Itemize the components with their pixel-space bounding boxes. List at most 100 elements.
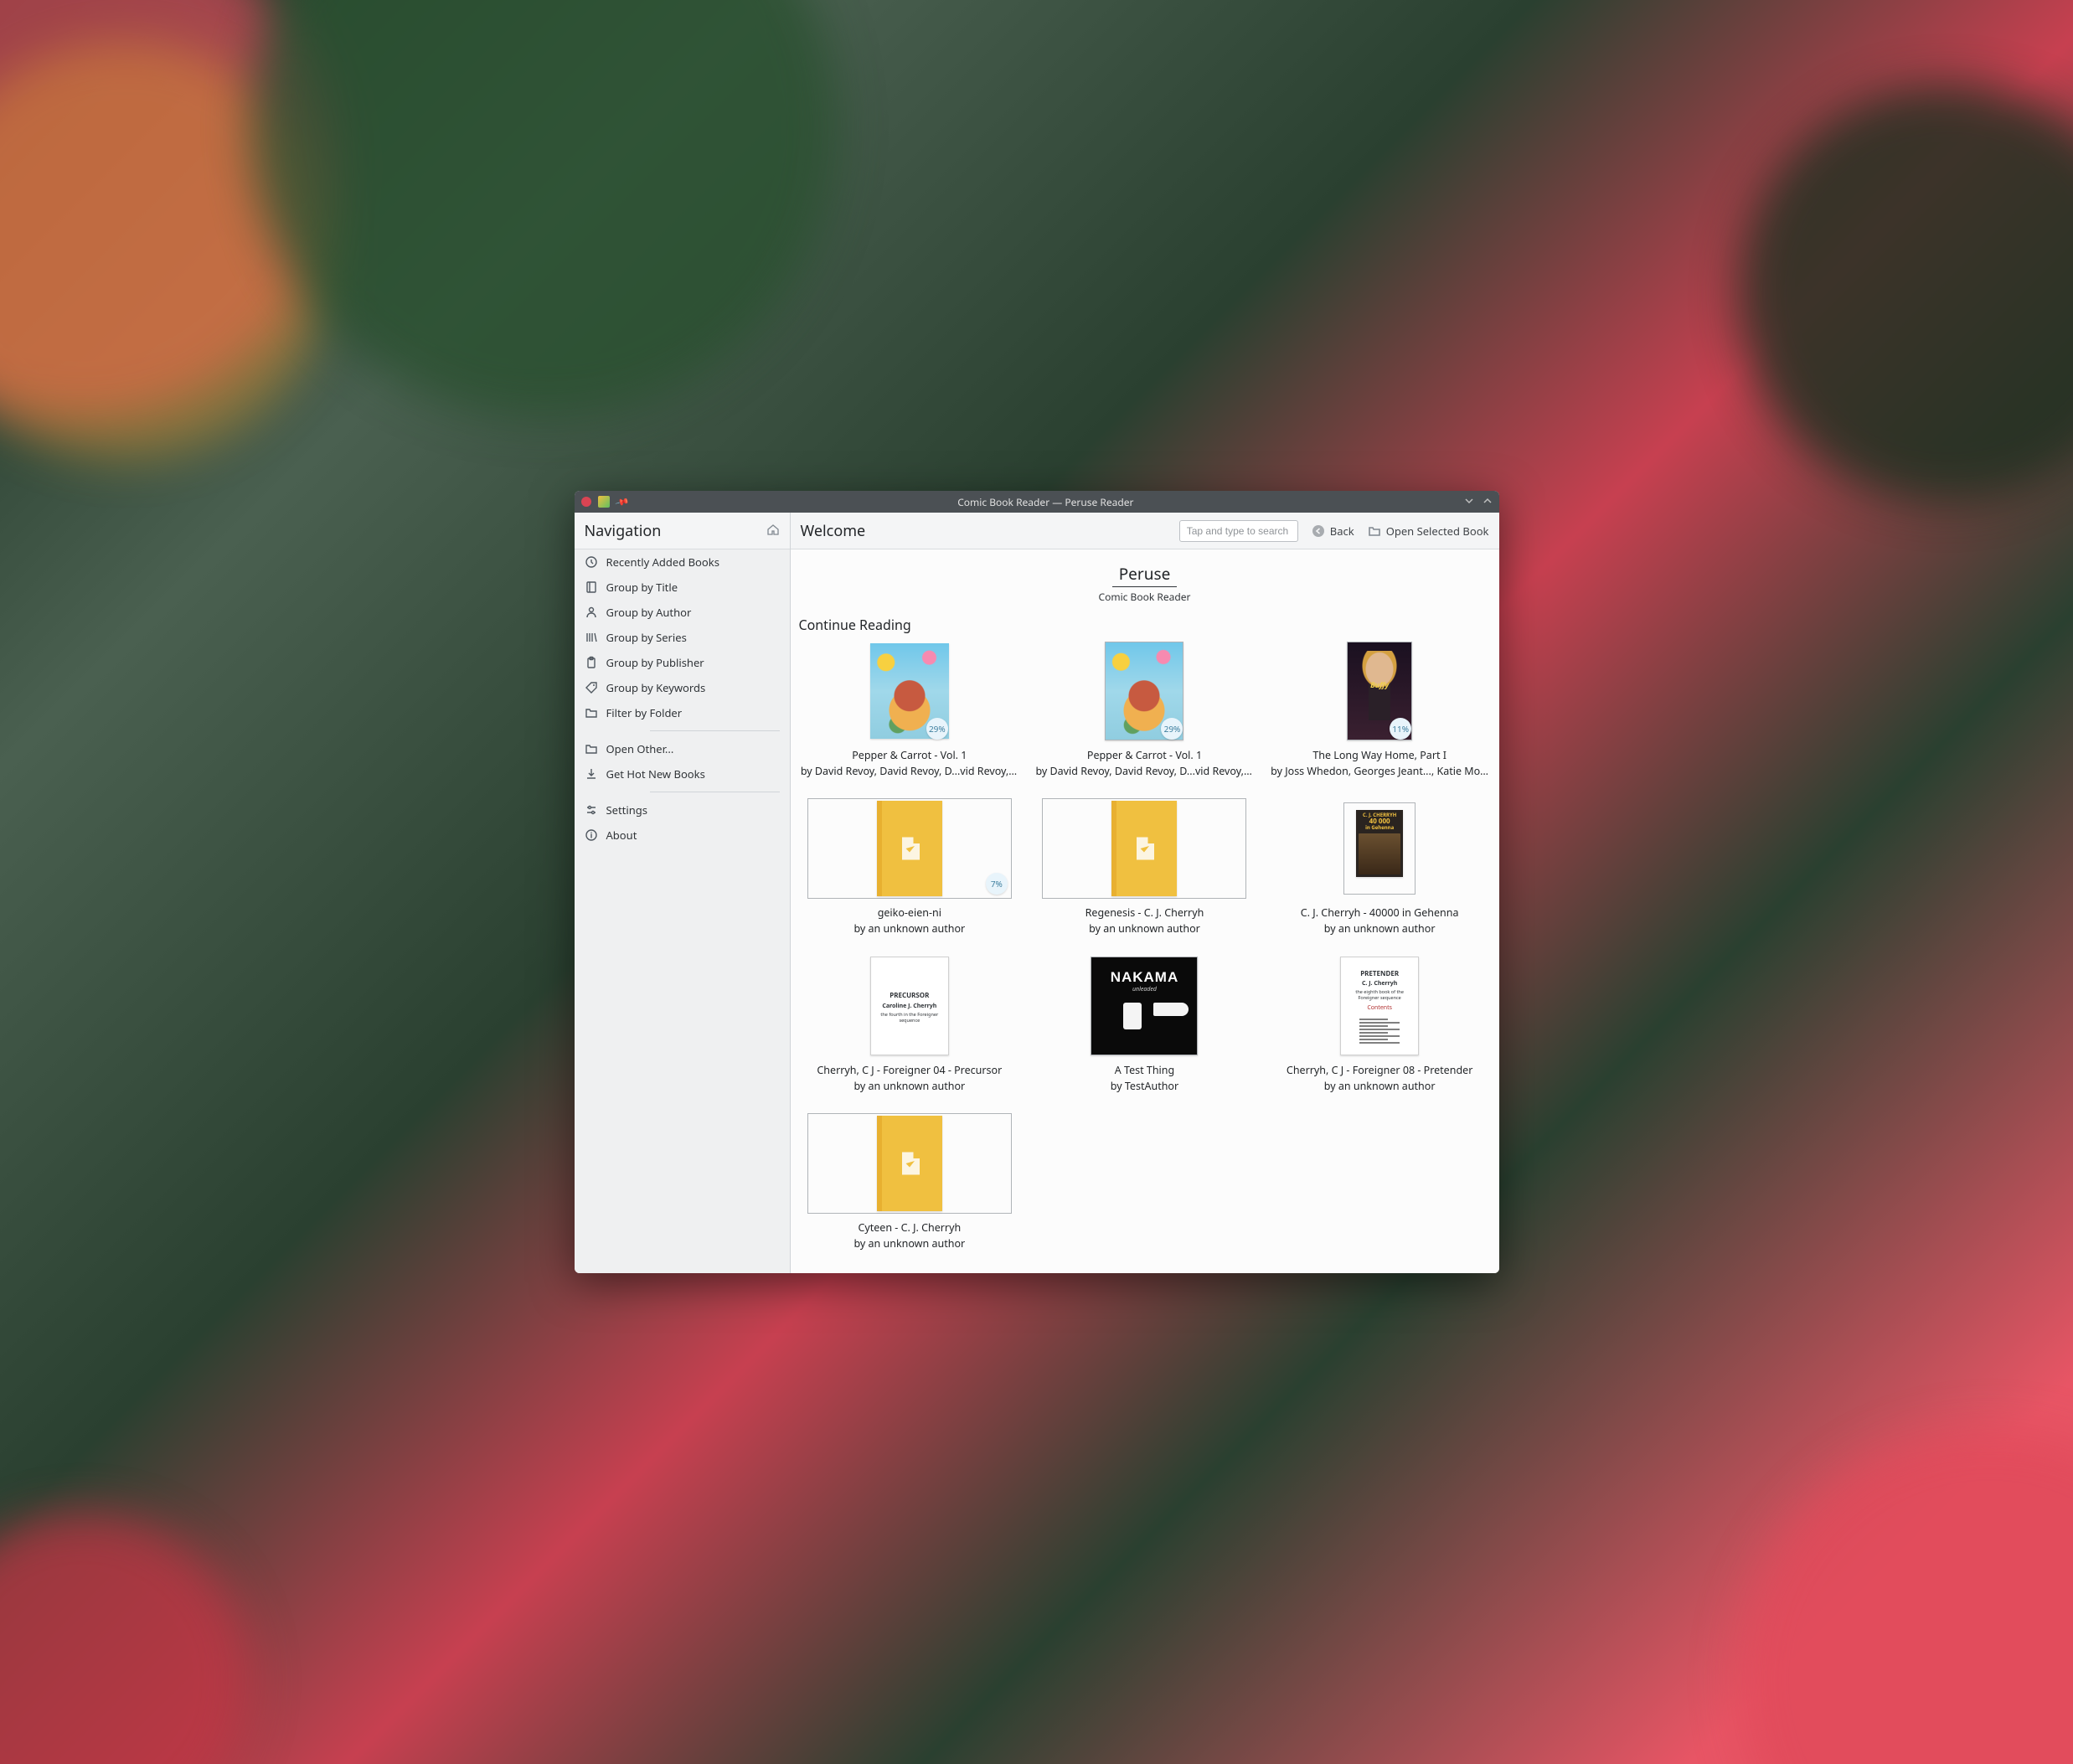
book-cover xyxy=(877,801,942,896)
person-icon xyxy=(585,606,598,619)
sidebar-item-label: About xyxy=(606,828,637,843)
folder-icon xyxy=(585,706,598,720)
book-author: by an unknown author xyxy=(853,921,965,936)
sidebar-item-label: Group by Keywords xyxy=(606,680,706,695)
book-author: by an unknown author xyxy=(1324,921,1436,936)
book-title: Cyteen - C. J. Cherryh xyxy=(858,1220,961,1235)
sidebar-item-settings[interactable]: Settings xyxy=(575,797,790,823)
sidebar-item-title[interactable]: Group by Title xyxy=(575,575,790,600)
hero-title: Peruse xyxy=(1112,563,1178,587)
cover-text: unleaded xyxy=(1091,986,1197,993)
book-card[interactable]: 7% geiko-eien-ni by an unknown author xyxy=(796,798,1024,936)
sidebar-item-label: Open Other... xyxy=(606,741,674,756)
book-cover: PRETENDER C. J. Cherryh the eighth book … xyxy=(1340,957,1419,1055)
sidebar-item-keywords[interactable]: Group by Keywords xyxy=(575,675,790,700)
sidebar-item-series[interactable]: Group by Series xyxy=(575,625,790,650)
book-cover xyxy=(877,1116,942,1211)
cover-text: Caroline J. Cherryh xyxy=(882,1003,936,1010)
book-title: Pepper & Carrot - Vol. 1 xyxy=(1087,748,1202,762)
expand-icon[interactable] xyxy=(1483,495,1493,509)
book-author: by an unknown author xyxy=(1089,921,1200,936)
sidebar-list-system: Settings About xyxy=(575,797,790,848)
sidebar-header: Navigation xyxy=(575,513,790,549)
open-selected-label: Open Selected Book xyxy=(1386,524,1489,539)
book-title: A Test Thing xyxy=(1115,1063,1174,1077)
cover-text: C. J. Cherryh xyxy=(1362,980,1397,988)
hero-subtitle: Comic Book Reader xyxy=(791,590,1499,604)
sidebar-item-about[interactable]: About xyxy=(575,823,790,848)
sidebar-item-label: Get Hot New Books xyxy=(606,766,705,781)
sidebar-item-label: Recently Added Books xyxy=(606,554,719,570)
sidebar-item-label: Group by Series xyxy=(606,630,687,645)
sidebar-item-label: Group by Publisher xyxy=(606,655,704,670)
toolbar: Welcome Back Open Selected Book xyxy=(791,513,1499,549)
book-title: Cherryh, C J - Foreigner 04 - Precursor xyxy=(817,1063,1002,1077)
book-author: by an unknown author xyxy=(853,1236,965,1251)
progress-badge: 29% xyxy=(926,718,948,740)
book-title: geiko-eien-ni xyxy=(878,905,941,920)
book-author: by David Revoy, David Revoy, D...vid Rev… xyxy=(1035,764,1253,778)
back-icon xyxy=(1312,524,1325,538)
cover-text: Contents xyxy=(1367,1004,1392,1012)
book-card[interactable]: 29% Pepper & Carrot - Vol. 1 by David Re… xyxy=(796,641,1024,778)
book-card[interactable]: 29% Pepper & Carrot - Vol. 1 by David Re… xyxy=(1030,641,1259,778)
content-scroll[interactable]: Peruse Comic Book Reader Continue Readin… xyxy=(791,549,1499,1273)
book-card[interactable]: C. J. CHERRYH 40 000 in Gehenna C. J. Ch… xyxy=(1266,798,1494,936)
sidebar-item-publisher[interactable]: Group by Publisher xyxy=(575,650,790,675)
download-icon xyxy=(585,767,598,781)
book-card[interactable]: Cyteen - C. J. Cherryh by an unknown aut… xyxy=(796,1113,1024,1251)
book-card[interactable]: PRECURSOR Caroline J. Cherryh the fourth… xyxy=(796,956,1024,1093)
book-title: Pepper & Carrot - Vol. 1 xyxy=(852,748,967,762)
main-area: Welcome Back Open Selected Book Peruse C… xyxy=(791,513,1499,1273)
page-title: Welcome xyxy=(801,521,866,541)
book-title: Cherryh, C J - Foreigner 08 - Pretender xyxy=(1287,1063,1472,1077)
sidebar-item-get-new[interactable]: Get Hot New Books xyxy=(575,761,790,787)
book-card[interactable]: NAKAMA unleaded A Test Thing by TestAuth… xyxy=(1030,956,1259,1093)
window-close-button[interactable] xyxy=(581,497,591,507)
clipboard-icon xyxy=(585,656,598,669)
progress-badge: 7% xyxy=(986,873,1008,895)
book-author: by an unknown author xyxy=(853,1079,965,1093)
app-icon xyxy=(598,496,610,508)
sidebar-item-author[interactable]: Group by Author xyxy=(575,600,790,625)
sidebar-item-label: Settings xyxy=(606,802,647,818)
folder-open-icon xyxy=(585,742,598,756)
books-icon xyxy=(585,631,598,644)
book-title: C. J. Cherryh - 40000 in Gehenna xyxy=(1301,905,1459,920)
cover-text: PRETENDER xyxy=(1360,970,1399,978)
sidebar-item-folder[interactable]: Filter by Folder xyxy=(575,700,790,725)
book-cover: PRECURSOR Caroline J. Cherryh the fourth… xyxy=(870,957,949,1055)
book-grid: 29% Pepper & Carrot - Vol. 1 by David Re… xyxy=(791,641,1499,1251)
book-title: Regenesis - C. J. Cherryh xyxy=(1085,905,1204,920)
app-window: 📌 Comic Book Reader — Peruse Reader Navi… xyxy=(575,491,1499,1273)
open-selected-button[interactable]: Open Selected Book xyxy=(1368,524,1489,539)
sidebar-list-actions: Open Other... Get Hot New Books xyxy=(575,736,790,787)
titlebar: 📌 Comic Book Reader — Peruse Reader xyxy=(575,491,1499,513)
book-card[interactable]: Regenesis - C. J. Cherryh by an unknown … xyxy=(1030,798,1259,936)
book-card[interactable]: PRETENDER C. J. Cherryh the eighth book … xyxy=(1266,956,1494,1093)
book-card[interactable]: 11% The Long Way Home, Part I by Joss Wh… xyxy=(1266,641,1494,778)
cover-text: the fourth in the Foreigner sequence xyxy=(876,1012,943,1024)
sidebar-item-label: Group by Title xyxy=(606,580,678,595)
sidebar-item-open-other[interactable]: Open Other... xyxy=(575,736,790,761)
cover-text: NAKAMA xyxy=(1091,969,1197,986)
cover-text: in Gehenna xyxy=(1365,825,1394,831)
book-author: by TestAuthor xyxy=(1111,1079,1178,1093)
sidebar-title: Navigation xyxy=(585,521,662,541)
collapse-icon[interactable] xyxy=(1464,495,1474,509)
sidebar: Navigation Recently Added Books Group by… xyxy=(575,513,791,1273)
book-cover: C. J. CHERRYH 40 000 in Gehenna xyxy=(1356,810,1403,877)
home-icon[interactable] xyxy=(766,523,780,539)
sidebar-list-main: Recently Added Books Group by Title Grou… xyxy=(575,549,790,725)
sidebar-item-label: Group by Author xyxy=(606,605,692,620)
sidebar-item-recent[interactable]: Recently Added Books xyxy=(575,549,790,575)
tag-icon xyxy=(585,681,598,694)
sidebar-item-label: Filter by Folder xyxy=(606,705,683,720)
back-button[interactable]: Back xyxy=(1312,524,1354,539)
search-input[interactable] xyxy=(1179,520,1298,542)
sidebar-separator xyxy=(650,730,780,731)
section-continue-reading: Continue Reading xyxy=(799,616,1499,634)
book-author: by David Revoy, David Revoy, D...vid Rev… xyxy=(801,764,1018,778)
clock-icon xyxy=(585,555,598,569)
book-author: by Joss Whedon, Georges Jeant..., Katie … xyxy=(1271,764,1488,778)
